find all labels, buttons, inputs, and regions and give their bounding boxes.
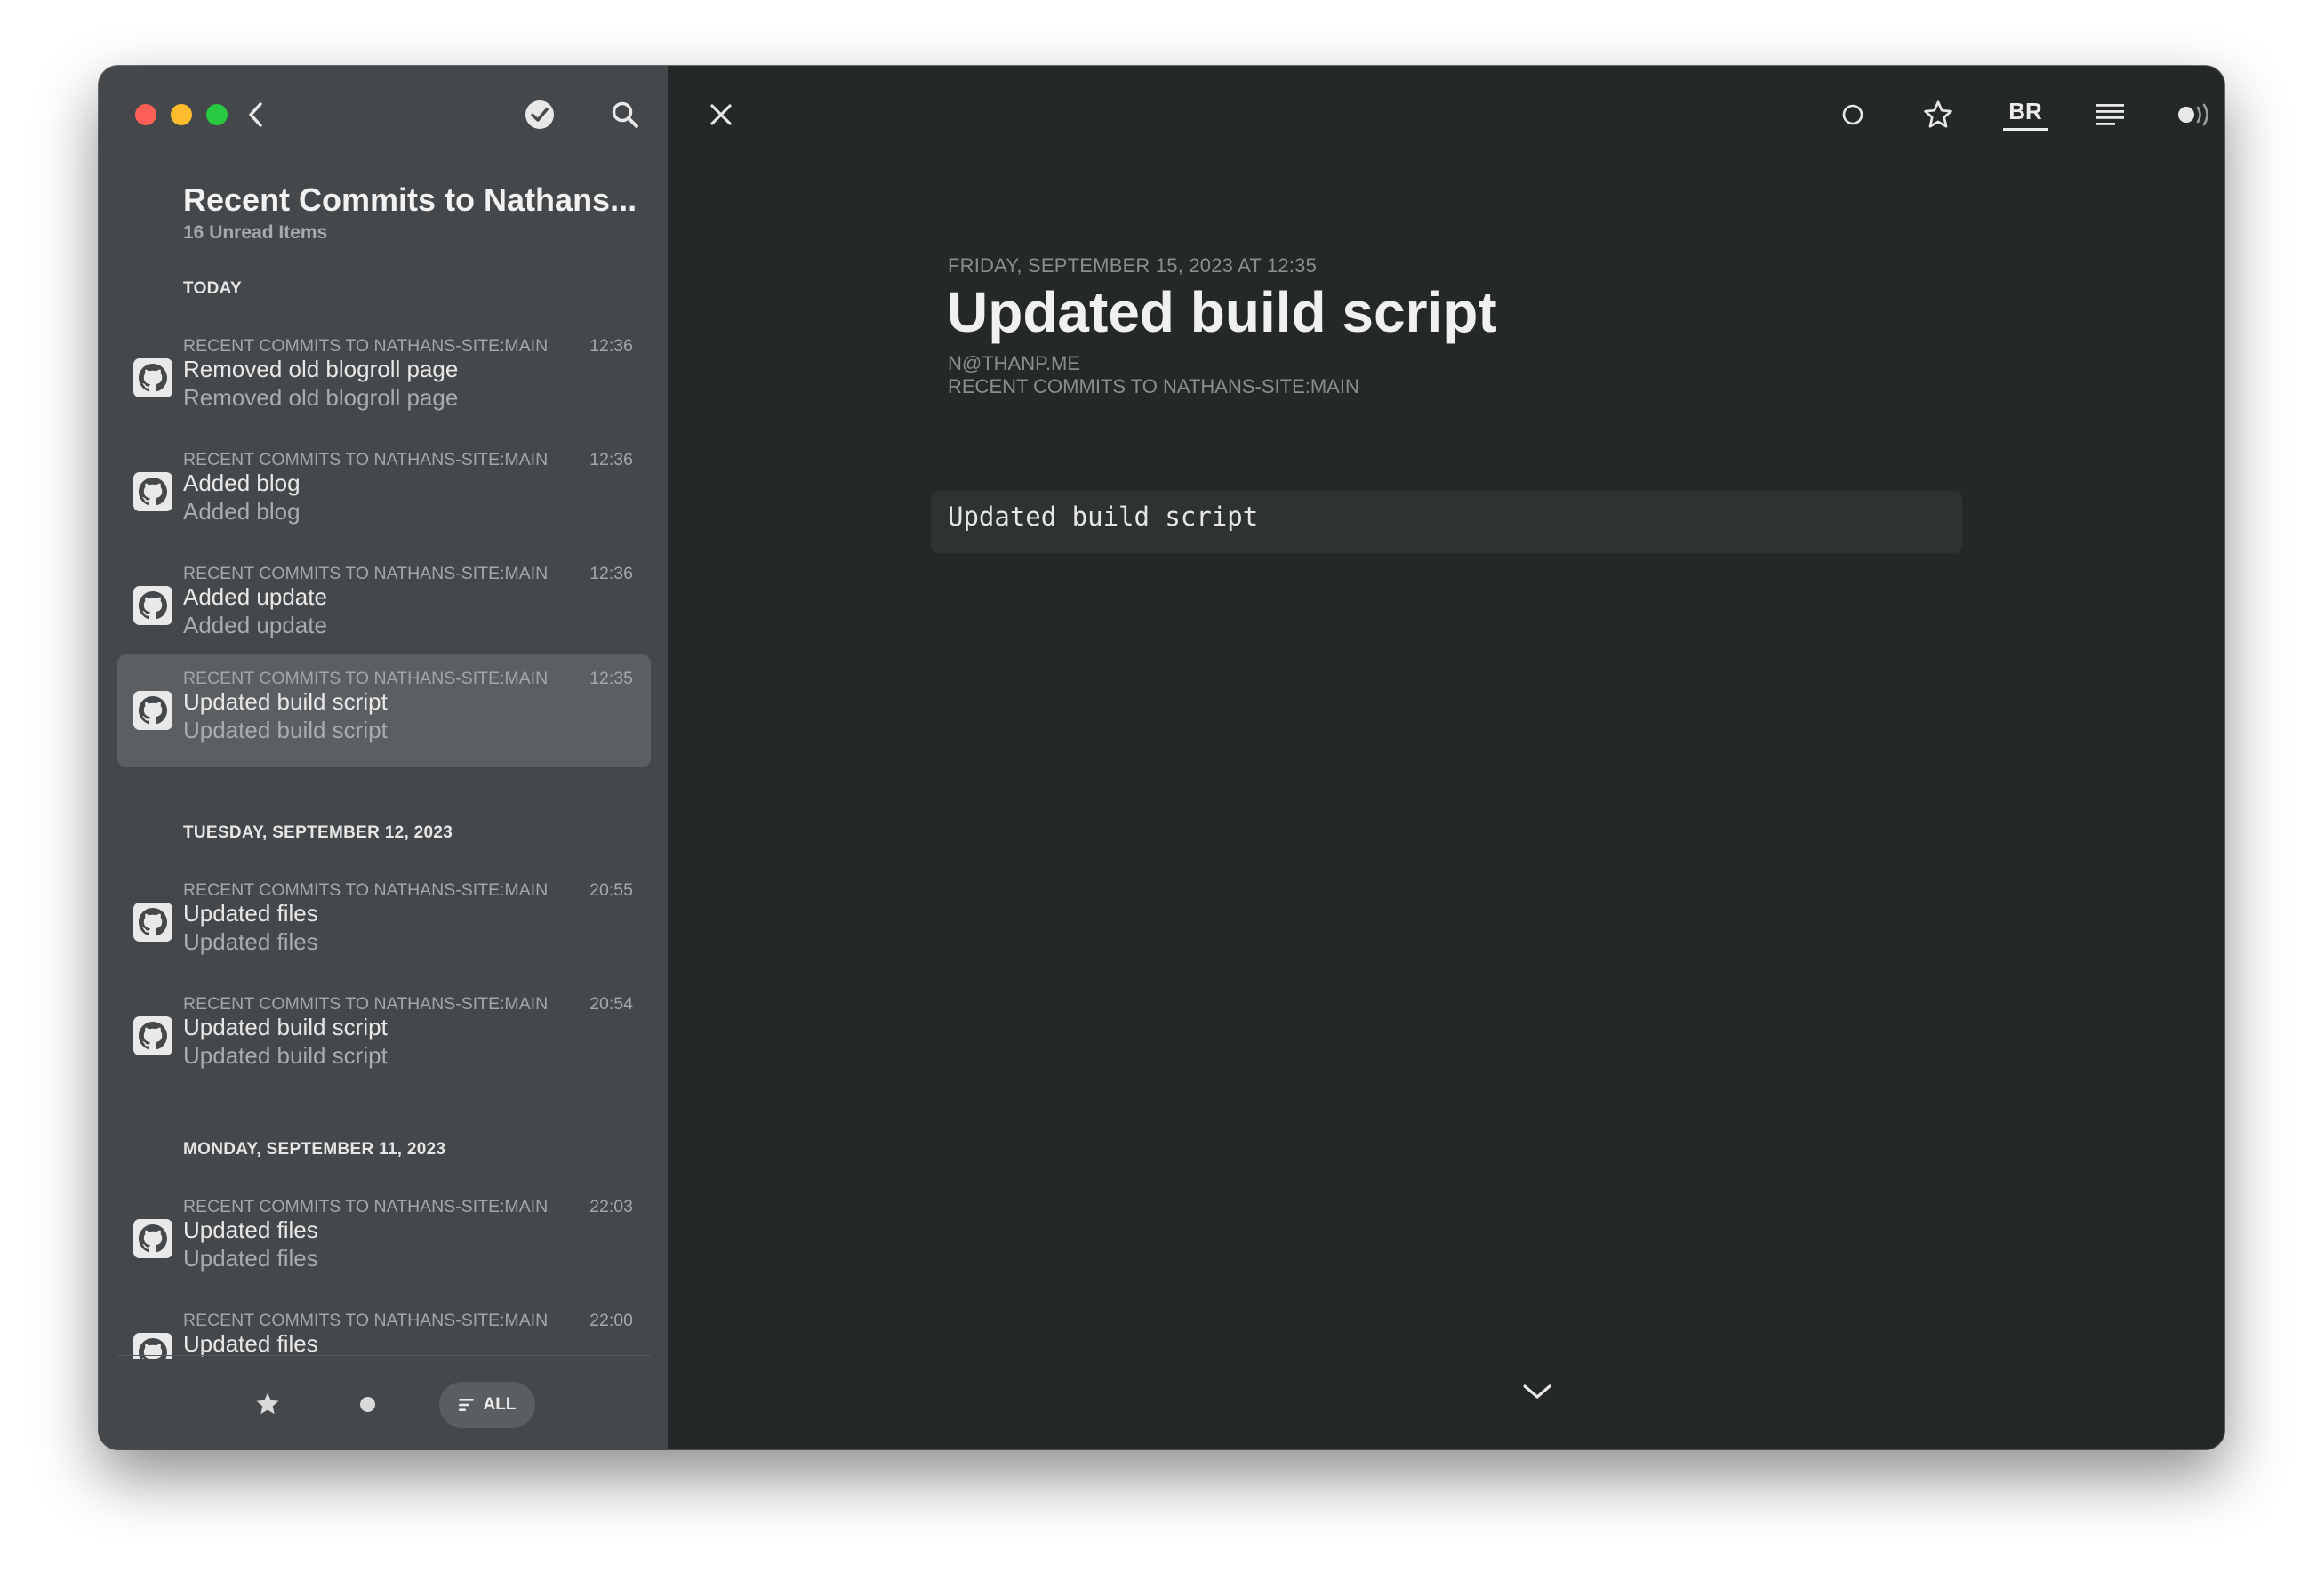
- window-minimize-button[interactable]: [171, 104, 192, 125]
- item-source: RECENT COMMITS TO NATHANS-SITE:MAIN: [183, 1311, 549, 1330]
- list-item[interactable]: RECENT COMMITS TO NATHANS-SITE:MAIN 12:36…: [117, 550, 651, 662]
- item-time: 22:03: [589, 1197, 633, 1216]
- github-icon: [133, 472, 172, 511]
- item-summary: Updated build script: [183, 717, 388, 743]
- back-icon[interactable]: [238, 97, 274, 132]
- item-source: RECENT COMMITS TO NATHANS-SITE:MAIN: [183, 669, 549, 688]
- list-item[interactable]: RECENT COMMITS TO NATHANS-SITE:MAIN 22:00…: [117, 1296, 651, 1359]
- starred-filter-star-icon[interactable]: [254, 1391, 281, 1422]
- item-title: Added update: [183, 583, 327, 610]
- app-window: Recent Commits to Nathans... 16 Unread I…: [99, 66, 2224, 1449]
- window-zoom-button[interactable]: [206, 104, 228, 125]
- article-title: Updated build script: [947, 280, 1497, 344]
- item-source: RECENT COMMITS TO NATHANS-SITE:MAIN: [183, 994, 549, 1014]
- reader-pane: BR FRIDAY, SEPTEMBER 15, 2023 AT 12:35 U…: [668, 66, 2224, 1449]
- all-filter-button[interactable]: ALL: [439, 1382, 535, 1428]
- item-time: 20:55: [589, 880, 633, 900]
- item-title: Updated build script: [183, 688, 388, 715]
- item-source: RECENT COMMITS TO NATHANS-SITE:MAIN: [183, 1197, 549, 1216]
- text-format-lines-icon[interactable]: [2088, 92, 2132, 137]
- item-summary: Updated files: [183, 928, 318, 955]
- item-title: Updated build script: [183, 1014, 388, 1040]
- item-title: Updated files: [183, 1330, 318, 1357]
- list-item[interactable]: RECENT COMMITS TO NATHANS-SITE:MAIN 12:35…: [117, 654, 651, 767]
- unread-count: 16 Unread Items: [183, 222, 328, 243]
- list-icon: [458, 1399, 474, 1411]
- star-icon[interactable]: [1916, 92, 1960, 137]
- sidebar: Recent Commits to Nathans... 16 Unread I…: [99, 66, 668, 1449]
- section-header: TODAY: [183, 279, 242, 298]
- github-icon: [133, 903, 172, 942]
- item-time: 22:00: [589, 1311, 633, 1330]
- item-title: Added blog: [183, 469, 301, 496]
- item-summary: Updated files: [183, 1245, 318, 1272]
- item-time: 20:54: [589, 994, 633, 1014]
- section-header: MONDAY, SEPTEMBER 11, 2023: [183, 1140, 446, 1159]
- chevron-down-icon[interactable]: [1521, 1382, 1553, 1406]
- reader-mode-button[interactable]: BR: [2001, 92, 2049, 137]
- github-icon: [133, 586, 172, 625]
- sidebar-bottom-divider: [117, 1355, 651, 1356]
- item-source: RECENT COMMITS TO NATHANS-SITE:MAIN: [183, 450, 549, 469]
- mark-all-read-icon[interactable]: [522, 97, 557, 132]
- reader-mode-label: BR: [2008, 98, 2042, 124]
- item-time: 12:36: [589, 564, 633, 583]
- list-item[interactable]: RECENT COMMITS TO NATHANS-SITE:MAIN 20:55…: [117, 866, 651, 979]
- article-feed-name[interactable]: RECENT COMMITS TO NATHANS-SITE:MAIN: [948, 375, 1359, 398]
- github-icon: [133, 1219, 172, 1258]
- item-time: 12:36: [589, 450, 633, 469]
- item-summary: Added blog: [183, 498, 301, 525]
- item-source: RECENT COMMITS TO NATHANS-SITE:MAIN: [183, 336, 549, 356]
- reader-mode-underline: [2003, 128, 2048, 131]
- list-item[interactable]: RECENT COMMITS TO NATHANS-SITE:MAIN 12:36…: [117, 322, 651, 435]
- github-icon: [133, 358, 172, 397]
- code-block: Updated build script: [931, 491, 1962, 553]
- item-summary: Updated build script: [183, 1042, 388, 1069]
- item-title: Updated files: [183, 900, 318, 927]
- github-icon: [133, 1016, 172, 1055]
- unread-filter-dot-icon[interactable]: [360, 1397, 375, 1412]
- list-item[interactable]: RECENT COMMITS TO NATHANS-SITE:MAIN 20:54…: [117, 980, 651, 1093]
- search-icon[interactable]: [607, 97, 643, 132]
- close-icon[interactable]: [699, 92, 743, 137]
- list-item[interactable]: RECENT COMMITS TO NATHANS-SITE:MAIN 22:03…: [117, 1183, 651, 1296]
- item-source: RECENT COMMITS TO NATHANS-SITE:MAIN: [183, 880, 549, 900]
- mark-unread-circle-icon[interactable]: [1831, 92, 1875, 137]
- article-author[interactable]: N@THANP.ME: [948, 352, 1080, 375]
- article-date: FRIDAY, SEPTEMBER 15, 2023 AT 12:35: [948, 254, 1318, 277]
- item-time: 12:36: [589, 336, 633, 356]
- github-icon: [133, 691, 172, 730]
- section-header: TUESDAY, SEPTEMBER 12, 2023: [183, 823, 453, 842]
- window-close-button[interactable]: [135, 104, 156, 125]
- item-title: Removed old blogroll page: [183, 356, 459, 382]
- item-summary: Added update: [183, 612, 327, 638]
- item-summary: Removed old blogroll page: [183, 384, 459, 411]
- item-source: RECENT COMMITS TO NATHANS-SITE:MAIN: [183, 564, 549, 583]
- item-time: 12:35: [589, 669, 633, 688]
- all-filter-label: ALL: [483, 1395, 517, 1414]
- item-title: Updated files: [183, 1216, 318, 1243]
- speak-article-icon[interactable]: [2173, 92, 2217, 137]
- list-item[interactable]: RECENT COMMITS TO NATHANS-SITE:MAIN 12:36…: [117, 436, 651, 549]
- code-text: Updated build script: [948, 502, 1259, 532]
- feed-title: Recent Commits to Nathans...: [183, 181, 637, 218]
